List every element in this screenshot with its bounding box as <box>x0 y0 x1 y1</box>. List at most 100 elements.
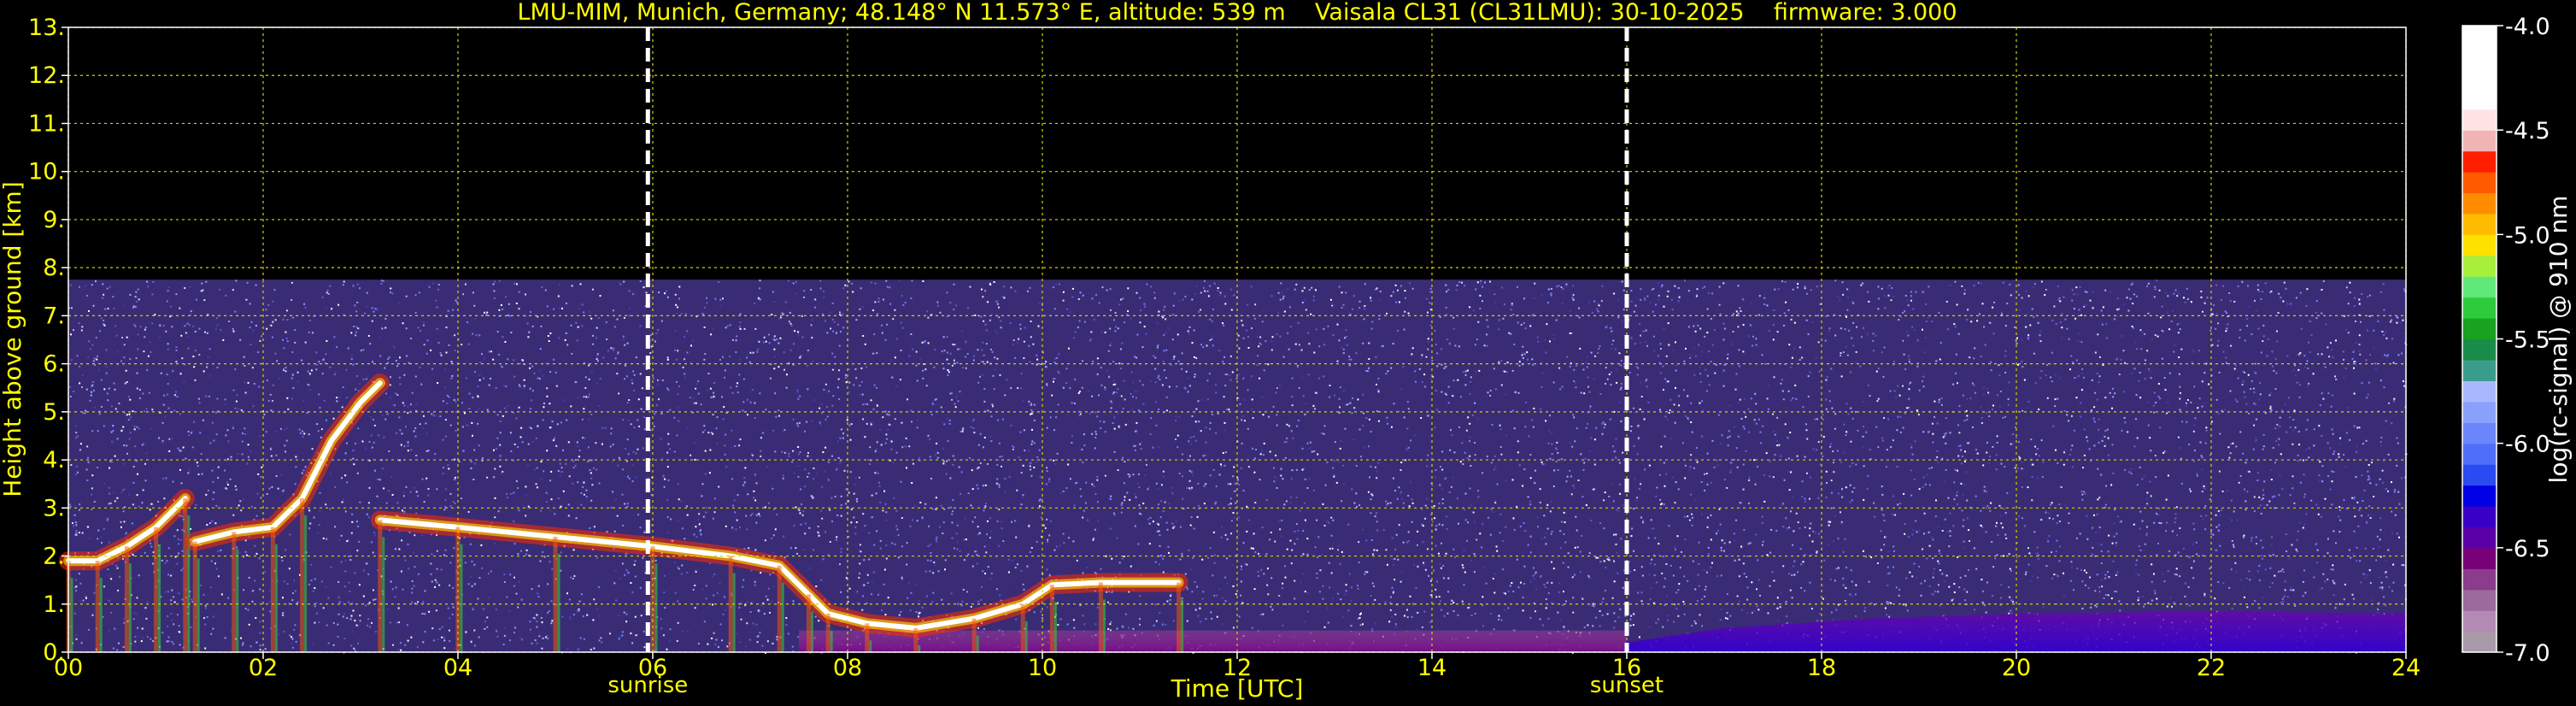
noise-speck <box>1579 347 1581 350</box>
noise-speck <box>1862 550 1864 552</box>
noise-speck <box>949 302 952 304</box>
noise-speck <box>1689 356 1692 359</box>
noise-speck <box>992 405 994 408</box>
noise-speck <box>1922 476 1925 479</box>
noise-speck <box>1546 503 1549 506</box>
noise-speck <box>441 636 443 638</box>
noise-speck <box>2282 571 2285 574</box>
noise-speck <box>1446 515 1448 518</box>
noise-speck <box>2150 467 2152 469</box>
noise-speck <box>260 497 262 499</box>
noise-speck <box>700 533 702 536</box>
noise-speck <box>864 343 866 345</box>
noise-speck <box>2360 581 2362 584</box>
noise-speck <box>79 582 82 585</box>
noise-speck <box>1350 625 1353 627</box>
noise-speck <box>2226 362 2227 364</box>
noise-speck <box>145 408 148 410</box>
noise-speck <box>2393 397 2396 400</box>
noise-speck <box>1177 360 1180 362</box>
noise-speck <box>1059 477 1061 479</box>
noise-speck <box>1160 484 1163 486</box>
noise-speck <box>1172 357 1175 360</box>
noise-speck <box>373 310 375 313</box>
noise-speck <box>2001 312 2003 315</box>
noise-speck <box>1085 552 1088 555</box>
noise-speck <box>1807 375 1810 378</box>
noise-speck <box>358 540 361 543</box>
noise-speck <box>2158 289 2161 291</box>
noise-speck <box>949 477 952 479</box>
noise-speck <box>896 528 899 531</box>
noise-speck <box>754 584 756 586</box>
noise-speck <box>1232 512 1235 514</box>
noise-speck <box>1571 576 1574 579</box>
noise-speck <box>443 647 446 650</box>
noise-speck <box>187 336 190 338</box>
noise-speck <box>2305 513 2308 515</box>
noise-speck <box>376 308 378 310</box>
noise-speck <box>1588 552 1591 555</box>
noise-speck <box>1812 448 1815 450</box>
noise-speck <box>2018 456 2021 458</box>
noise-speck <box>2184 582 2186 585</box>
noise-speck <box>1060 491 1063 494</box>
noise-speck <box>2100 579 2103 581</box>
noise-speck <box>1020 472 1023 474</box>
noise-speck <box>312 590 314 592</box>
noise-speck <box>1963 540 1965 543</box>
noise-speck <box>1566 356 1569 358</box>
noise-speck <box>1072 337 1075 339</box>
noise-speck <box>1394 626 1397 628</box>
noise-speck <box>1855 350 1857 353</box>
noise-speck <box>1426 465 1429 468</box>
noise-speck <box>634 615 637 618</box>
noise-speck <box>259 621 261 623</box>
noise-speck <box>2153 296 2156 298</box>
noise-speck <box>961 600 964 603</box>
noise-speck <box>1277 291 1280 294</box>
noise-speck <box>1043 312 1046 315</box>
noise-speck <box>478 379 481 381</box>
noise-speck <box>2180 391 2181 394</box>
noise-speck <box>1447 385 1450 388</box>
noise-speck <box>1209 474 1212 477</box>
noise-speck <box>1314 546 1317 549</box>
noise-speck <box>1307 332 1310 334</box>
noise-speck <box>821 412 823 415</box>
noise-speck <box>2358 303 2361 305</box>
backscatter-noise <box>68 279 2408 654</box>
noise-speck <box>884 614 887 616</box>
noise-speck <box>720 304 723 307</box>
noise-speck <box>543 403 545 404</box>
noise-speck <box>1933 400 1936 403</box>
noise-speck <box>1961 456 1963 457</box>
noise-speck <box>1776 501 1779 503</box>
noise-speck <box>106 287 109 290</box>
noise-speck <box>2010 443 2012 445</box>
noise-speck <box>1653 335 1655 338</box>
noise-speck <box>848 280 850 283</box>
noise-speck <box>1036 456 1039 458</box>
noise-speck <box>2098 428 2100 431</box>
noise-speck <box>168 438 171 440</box>
noise-speck <box>1452 602 1455 604</box>
noise-speck <box>614 357 617 360</box>
noise-speck <box>193 421 195 423</box>
noise-speck <box>1135 291 1138 294</box>
noise-speck <box>1165 377 1167 379</box>
noise-speck <box>1637 438 1640 440</box>
noise-speck <box>1120 348 1122 350</box>
noise-speck <box>171 326 173 328</box>
noise-speck <box>513 359 515 362</box>
noise-speck <box>490 378 491 379</box>
noise-speck <box>823 389 825 391</box>
noise-speck <box>107 399 109 402</box>
noise-speck <box>1235 377 1238 379</box>
noise-speck <box>112 296 114 298</box>
noise-speck <box>598 482 601 485</box>
noise-speck <box>200 584 202 586</box>
noise-speck <box>75 530 78 532</box>
noise-speck <box>1565 600 1567 603</box>
noise-speck <box>1646 295 1649 297</box>
